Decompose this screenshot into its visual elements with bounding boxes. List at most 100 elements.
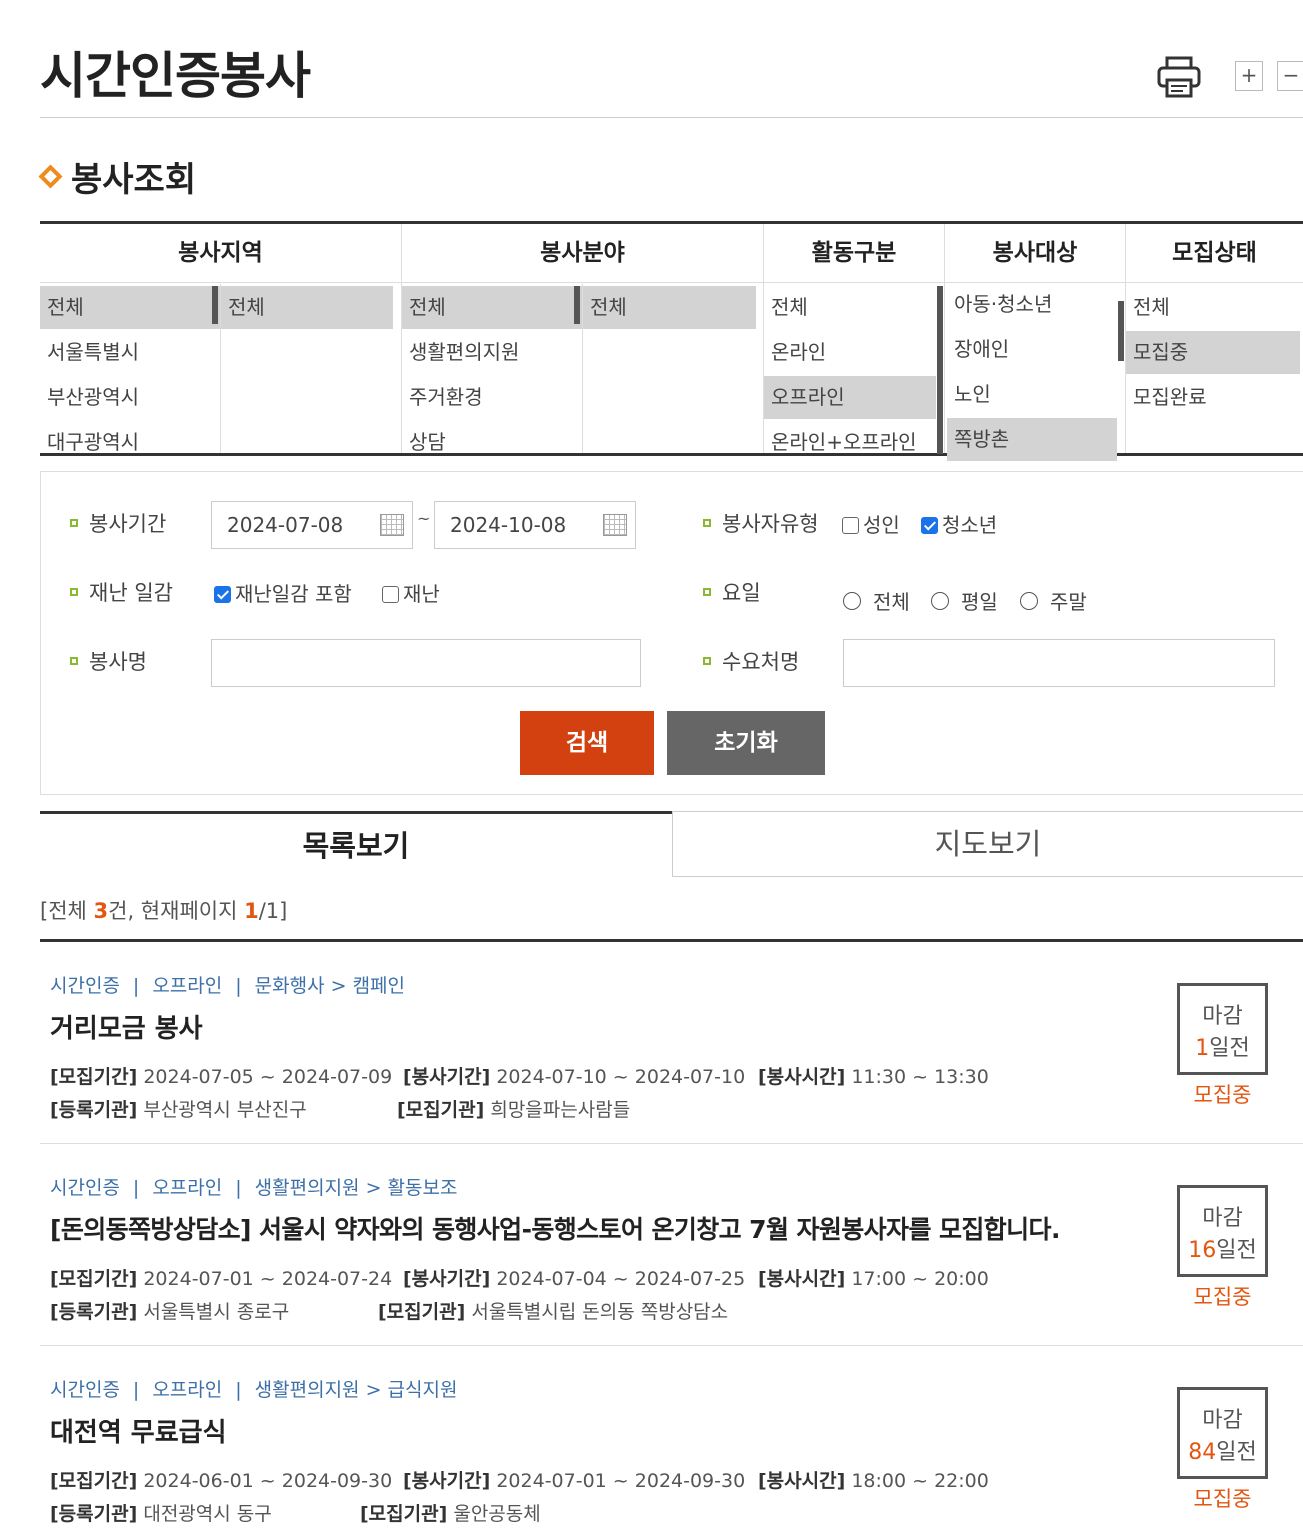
- activity-scrollbar[interactable]: [937, 286, 943, 454]
- field-option[interactable]: 생활편의지원: [402, 331, 582, 374]
- radio-icon[interactable]: [1020, 591, 1038, 610]
- tab-map-view[interactable]: 지도보기: [672, 811, 1303, 877]
- status-badge: 모집중: [1193, 1285, 1252, 1309]
- recruit-option[interactable]: 전체: [1126, 286, 1300, 329]
- item-title[interactable]: [돈의동쪽방상담소] 서울시 약자와의 동행사업-동행스토어 온기창고 7월 자…: [50, 1210, 1060, 1246]
- calendar-icon[interactable]: [603, 514, 627, 536]
- item-type[interactable]: 시간인증: [50, 975, 120, 997]
- item-type[interactable]: 시간인증: [50, 1177, 120, 1199]
- volunteer-type-label-text: 봉사자유형: [722, 512, 819, 536]
- reset-button[interactable]: 초기화: [667, 711, 825, 775]
- activity-option[interactable]: 전체: [764, 286, 936, 329]
- radio-icon[interactable]: [843, 591, 861, 610]
- item-category[interactable]: 문화행사 > 캠페인: [255, 975, 405, 997]
- subfield-option[interactable]: 전체: [583, 286, 756, 329]
- target-list[interactable]: 아동·청소년 장애인 노인 쪽방촌: [947, 281, 1117, 461]
- checkbox-checked-icon[interactable]: [214, 586, 231, 603]
- target-option[interactable]: 아동·청소년: [947, 283, 1117, 326]
- region-option[interactable]: 서울특별시: [40, 331, 220, 374]
- adult-checkbox[interactable]: 성인: [842, 509, 900, 538]
- volunteer-type-label: 봉사자유형: [703, 508, 819, 538]
- summary-prefix: [전체: [40, 899, 94, 923]
- item-category[interactable]: 생활편의지원 > 활동보조: [255, 1177, 458, 1199]
- demand-org-label-text: 수요처명: [722, 650, 800, 674]
- recruit-option[interactable]: 모집완료: [1126, 376, 1300, 419]
- activity-option[interactable]: 온라인: [764, 331, 936, 374]
- item-title[interactable]: 대전역 무료급식: [50, 1412, 227, 1449]
- recruit-org-value: 서울특별시립 돈의동 쪽방상담소: [471, 1301, 729, 1323]
- date-to-input[interactable]: 2024-10-08: [434, 501, 636, 549]
- disaster-include-checkbox[interactable]: 재난일감 포함: [214, 578, 352, 607]
- item-recruit-period: [모집기간] 2024-07-01 ~ 2024-07-24: [50, 1264, 392, 1291]
- activity-option[interactable]: 오프라인: [764, 376, 936, 419]
- zoom-out-button[interactable]: −: [1277, 61, 1303, 91]
- item-service-time: [봉사시간] 18:00 ~ 22:00: [758, 1466, 989, 1493]
- field-scrollbar[interactable]: [574, 286, 580, 324]
- checkbox-checked-icon[interactable]: [921, 517, 938, 534]
- tab-list-view[interactable]: 목록보기: [40, 811, 672, 877]
- recruit-org-label: [모집기관]: [360, 1503, 448, 1525]
- region-scrollbar[interactable]: [212, 286, 218, 324]
- days-left: 84: [1188, 1440, 1217, 1465]
- target-option[interactable]: 장애인: [947, 328, 1117, 371]
- item-mode[interactable]: 오프라인: [152, 975, 222, 997]
- region-list[interactable]: 전체 서울특별시 부산광역시 대구광역시: [40, 284, 220, 454]
- field-option[interactable]: 전체: [402, 286, 582, 329]
- field-option[interactable]: 주거환경: [402, 376, 582, 419]
- recruit-period-value: 2024-07-05 ~ 2024-07-09: [143, 1066, 393, 1088]
- list-item[interactable]: 시간인증 | 오프라인 | 생활편의지원 > 급식지원 대전역 무료급식 [모집기간] …: [40, 1346, 1303, 1533]
- status-badge: 모집중: [1193, 1487, 1252, 1511]
- day-weekend-label: 주말: [1050, 590, 1087, 614]
- subfield-list[interactable]: 전체: [582, 284, 764, 453]
- field-option[interactable]: 상담: [402, 421, 582, 464]
- item-title[interactable]: 거리모금 봉사: [50, 1008, 203, 1045]
- day-weekend-radio[interactable]: 주말: [1020, 586, 1087, 615]
- checkbox-unchecked-icon[interactable]: [382, 586, 399, 603]
- print-icon[interactable]: [1156, 55, 1202, 99]
- target-option[interactable]: 노인: [947, 373, 1117, 416]
- service-period-label: [봉사기간]: [403, 1268, 491, 1290]
- date-from-input[interactable]: 2024-07-08: [211, 501, 413, 549]
- checkbox-unchecked-icon[interactable]: [842, 517, 859, 534]
- item-mode[interactable]: 오프라인: [152, 1379, 222, 1401]
- service-name-input[interactable]: [211, 639, 641, 687]
- day-weekday-radio[interactable]: 평일: [931, 586, 998, 615]
- youth-checkbox[interactable]: 청소년: [921, 509, 997, 538]
- item-recruit-org: [모집기관] 울안공동체: [360, 1499, 541, 1526]
- list-item[interactable]: 시간인증 | 오프라인 | 생활편의지원 > 활동보조 [돈의동쪽방상담소] 서울시 약…: [40, 1144, 1303, 1346]
- day-all-radio[interactable]: 전체: [843, 586, 910, 615]
- service-period-value: 2024-07-01 ~ 2024-09-30: [496, 1470, 746, 1492]
- disaster-checkbox[interactable]: 재난: [382, 578, 440, 607]
- region-option[interactable]: 전체: [40, 286, 220, 329]
- target-option[interactable]: 쪽방촌: [947, 418, 1117, 461]
- recruit-list[interactable]: 전체 모집중 모집완료: [1126, 284, 1300, 453]
- item-mode[interactable]: 오프라인: [152, 1177, 222, 1199]
- item-type[interactable]: 시간인증: [50, 1379, 120, 1401]
- radio-icon[interactable]: [931, 591, 949, 610]
- subregion-list[interactable]: 전체: [220, 284, 401, 453]
- subregion-option[interactable]: 전체: [221, 286, 393, 329]
- target-scrollbar[interactable]: [1118, 301, 1124, 361]
- days-suffix: 일전: [1216, 1440, 1257, 1465]
- calendar-icon[interactable]: [380, 514, 404, 536]
- deadline-label: 마감: [1202, 1408, 1243, 1433]
- recruit-option[interactable]: 모집중: [1126, 331, 1300, 374]
- recruit-period-label: [모집기간]: [50, 1470, 138, 1492]
- zoom-in-button[interactable]: +: [1235, 61, 1263, 91]
- demand-org-input[interactable]: [843, 639, 1275, 687]
- service-time-value: 17:00 ~ 20:00: [851, 1268, 989, 1290]
- activity-filter: 활동구분 전체 온라인 오프라인 온라인+오프라인: [763, 224, 944, 454]
- region-option[interactable]: 부산광역시: [40, 376, 220, 419]
- item-category-line: 시간인증 | 오프라인 | 생활편의지원 > 활동보조: [50, 1177, 458, 1199]
- activity-option[interactable]: 온라인+오프라인: [764, 421, 936, 464]
- item-category[interactable]: 생활편의지원 > 급식지원: [255, 1379, 458, 1401]
- result-summary: [전체 3건, 현재페이지 1/1]: [40, 895, 287, 925]
- field-list[interactable]: 전체 생활편의지원 주거환경 상담: [402, 284, 582, 454]
- search-button[interactable]: 검색: [520, 711, 654, 775]
- region-option[interactable]: 대구광역시: [40, 421, 220, 464]
- activity-list[interactable]: 전체 온라인 오프라인 온라인+오프라인: [764, 284, 936, 454]
- list-item[interactable]: 시간인증 | 오프라인 | 문화행사 > 캠페인 거리모금 봉사 [모집기간] 2024…: [40, 942, 1303, 1144]
- service-period-value: 2024-07-04 ~ 2024-07-25: [496, 1268, 746, 1290]
- item-service-time: [봉사시간] 17:00 ~ 20:00: [758, 1264, 989, 1291]
- item-recruit-period: [모집기간] 2024-07-05 ~ 2024-07-09: [50, 1062, 392, 1089]
